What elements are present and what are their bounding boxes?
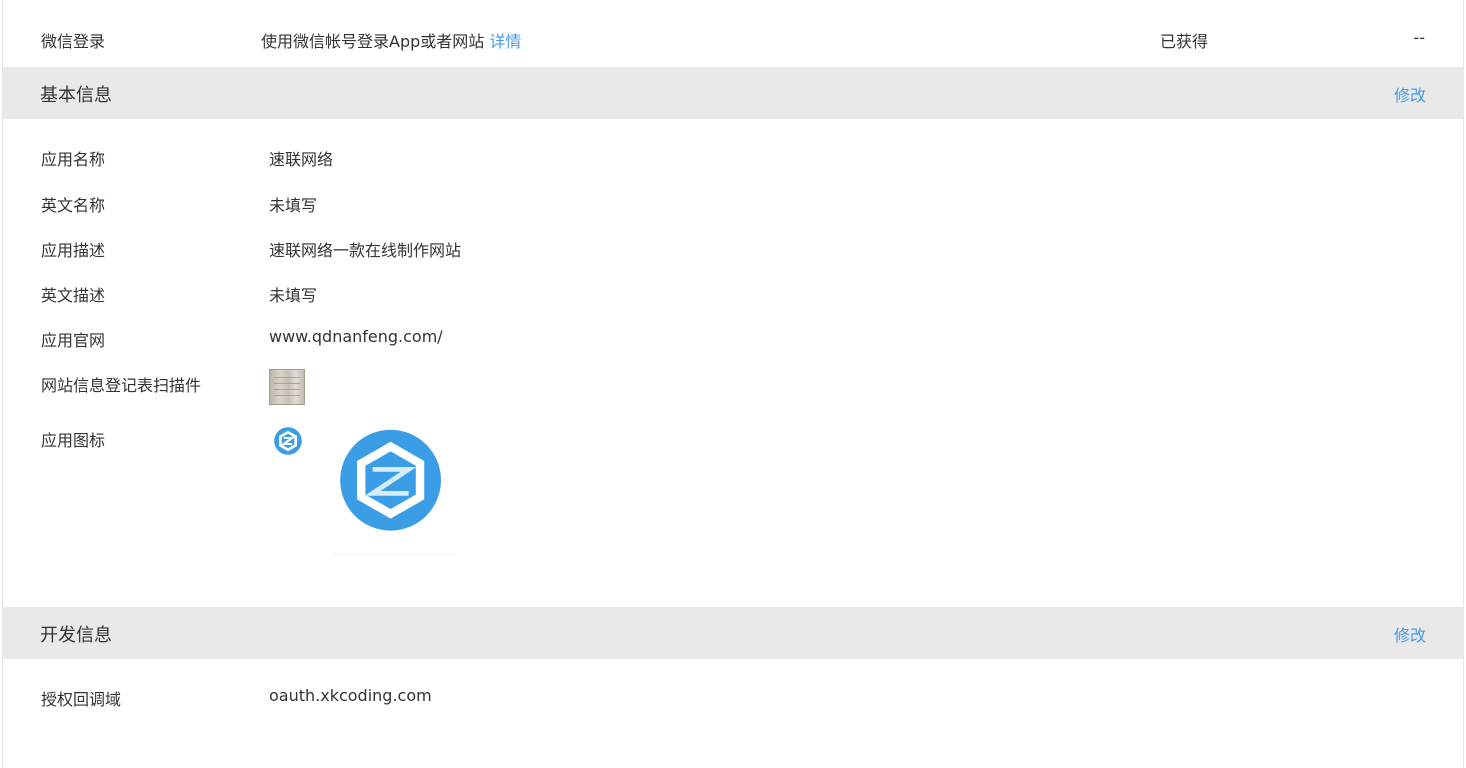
basic-info-title: 基本信息 <box>40 85 112 106</box>
basic-info-edit-button[interactable]: 修改 <box>1394 82 1426 106</box>
info-label: 应用图标 <box>41 431 106 450</box>
info-label: 应用名称 <box>41 150 106 169</box>
icon-preview-shadow <box>333 551 453 555</box>
scan-document-thumbnail[interactable] <box>269 369 305 405</box>
permission-description: 使用微信帐号登录App或者网站 详情 <box>261 28 521 52</box>
permission-status: 已获得 <box>1160 32 1209 51</box>
scan-line <box>274 383 300 384</box>
info-label: 应用官网 <box>41 331 106 350</box>
info-value: 速联网络 <box>269 150 334 169</box>
info-value: oauth.xkcoding.com <box>269 686 432 705</box>
scan-line <box>274 389 300 390</box>
permission-detail-link[interactable]: 详情 <box>489 32 521 51</box>
info-value: 速联网络一款在线制作网站 <box>269 241 462 260</box>
info-value: 未填写 <box>269 286 318 305</box>
scan-line <box>274 377 300 378</box>
permission-row-wechat-login: 微信登录 使用微信帐号登录App或者网站 详情 已获得 -- <box>3 0 1463 66</box>
basic-info-header: 基本信息 修改 <box>3 67 1463 119</box>
app-detail-panel: 微信登录 使用微信帐号登录App或者网站 详情 已获得 -- 基本信息 修改 应… <box>2 0 1464 768</box>
app-icon-small <box>274 427 302 455</box>
permission-extra: -- <box>1413 28 1425 47</box>
permission-name: 微信登录 <box>41 32 106 51</box>
info-label: 英文名称 <box>41 196 106 215</box>
info-label: 授权回调域 <box>41 690 122 709</box>
dev-info-title: 开发信息 <box>40 625 112 646</box>
scan-line <box>274 395 300 396</box>
permission-description-text: 使用微信帐号登录App或者网站 <box>261 32 485 51</box>
info-value: 未填写 <box>269 196 318 215</box>
info-label: 网站信息登记表扫描件 <box>41 376 202 395</box>
app-icon-large <box>340 429 441 531</box>
app-icon-large-preview <box>333 425 453 555</box>
info-value: www.qdnanfeng.com/ <box>269 327 443 346</box>
info-label: 英文描述 <box>41 286 106 305</box>
dev-info-header: 开发信息 修改 <box>3 607 1463 659</box>
info-label: 应用描述 <box>41 241 106 260</box>
dev-info-edit-button[interactable]: 修改 <box>1394 622 1426 646</box>
